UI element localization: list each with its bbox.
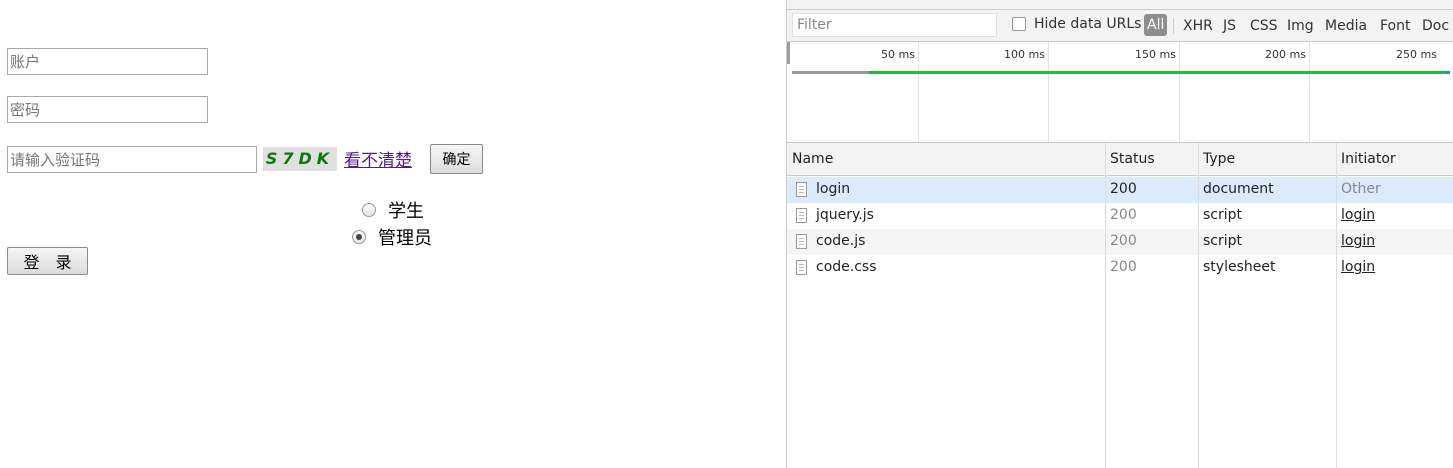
row-initiator-link[interactable]: login: [1341, 259, 1375, 275]
row-type: script: [1203, 233, 1243, 249]
column-header-status[interactable]: Status: [1110, 151, 1155, 167]
timeline-overview[interactable]: 50 ms 100 ms 150 ms 200 ms 250 ms: [787, 42, 1453, 143]
table-row[interactable]: code.js 200 script login: [787, 229, 1453, 255]
account-input[interactable]: [7, 48, 208, 75]
timeline-bar-loading: [869, 71, 1445, 74]
timeline-gridline: [918, 42, 919, 142]
type-filter-all[interactable]: All: [1144, 14, 1168, 36]
document-icon: [796, 182, 807, 197]
timeline-tick: 100 ms: [1004, 48, 1045, 61]
row-initiator-link[interactable]: login: [1341, 207, 1375, 223]
timeline-bar-waiting: [792, 71, 869, 74]
captcha-image: S7DK: [263, 147, 337, 171]
captcha-input[interactable]: [7, 146, 257, 173]
confirm-button[interactable]: 确定: [430, 144, 483, 174]
timeline-tick: 50 ms: [881, 48, 915, 61]
table-header: Name Status Type Initiator: [787, 143, 1453, 176]
timeline-tick: 250 ms: [1396, 48, 1437, 61]
row-type: script: [1203, 207, 1243, 223]
radio-student-row[interactable]: 学生: [362, 197, 424, 223]
timeline-tick: 150 ms: [1135, 48, 1176, 61]
row-name: code.css: [816, 259, 877, 275]
row-initiator: Other: [1341, 181, 1381, 197]
radio-student[interactable]: [362, 203, 376, 217]
row-name: login: [816, 181, 851, 197]
requests-table: Name Status Type Initiator login 200 doc…: [787, 143, 1453, 468]
timeline-start-marker: [787, 42, 790, 64]
password-input[interactable]: [7, 96, 208, 123]
row-type: stylesheet: [1203, 259, 1276, 275]
hide-data-urls-toggle[interactable]: Hide data URLs: [1012, 16, 1141, 32]
radio-student-label: 学生: [388, 201, 424, 222]
type-filter-media[interactable]: Media: [1325, 18, 1367, 34]
row-type: document: [1203, 181, 1274, 197]
type-filter-css[interactable]: CSS: [1250, 18, 1278, 34]
hide-data-urls-checkbox[interactable]: [1012, 17, 1026, 31]
type-filter-doc[interactable]: Doc: [1422, 18, 1449, 34]
column-header-type[interactable]: Type: [1203, 151, 1235, 167]
column-divider[interactable]: [1198, 143, 1199, 468]
timeline-gridline: [1048, 42, 1049, 142]
radio-admin-label: 管理员: [378, 228, 432, 249]
filter-input[interactable]: [792, 13, 997, 37]
row-name: code.js: [816, 233, 866, 249]
filter-bar: Hide data URLs All XHR JS CSS Img Media …: [787, 10, 1453, 42]
type-filter-font[interactable]: Font: [1380, 18, 1410, 34]
column-header-initiator[interactable]: Initiator: [1341, 151, 1396, 167]
row-status: 200: [1110, 259, 1137, 275]
refresh-captcha-link[interactable]: 看不清楚: [344, 146, 412, 171]
table-row[interactable]: login 200 document Other: [787, 177, 1453, 203]
timeline-bar-dom-loaded: [1445, 71, 1450, 74]
radio-admin[interactable]: [352, 230, 366, 244]
type-filter-js[interactable]: JS: [1223, 18, 1236, 34]
column-header-name[interactable]: Name: [792, 151, 833, 167]
timeline-gridline: [1179, 42, 1180, 142]
login-button[interactable]: 登 录: [7, 247, 88, 275]
script-file-icon: [796, 234, 807, 249]
hide-data-urls-label: Hide data URLs: [1034, 16, 1142, 32]
table-row[interactable]: code.css 200 stylesheet login: [787, 255, 1453, 281]
timeline-gridline: [1309, 42, 1310, 142]
timeline-tick: 200 ms: [1265, 48, 1306, 61]
row-status: 200: [1110, 181, 1137, 197]
row-name: jquery.js: [816, 207, 874, 223]
column-divider[interactable]: [1336, 143, 1337, 468]
devtools-network-panel: Hide data URLs All XHR JS CSS Img Media …: [786, 0, 1453, 468]
login-page: S7DK 看不清楚 确定 学生 管理员 登 录: [0, 0, 786, 468]
type-filter-img[interactable]: Img: [1287, 18, 1314, 34]
stylesheet-file-icon: [796, 260, 807, 275]
row-status: 200: [1110, 207, 1137, 223]
type-separator: [1173, 18, 1174, 34]
radio-admin-row[interactable]: 管理员: [352, 224, 432, 250]
row-status: 200: [1110, 233, 1137, 249]
column-divider[interactable]: [1105, 143, 1106, 468]
script-file-icon: [796, 208, 807, 223]
type-filter-xhr[interactable]: XHR: [1183, 18, 1213, 34]
table-row[interactable]: jquery.js 200 script login: [787, 203, 1453, 229]
row-initiator-link[interactable]: login: [1341, 233, 1375, 249]
devtools-toolbar: [787, 0, 1453, 10]
